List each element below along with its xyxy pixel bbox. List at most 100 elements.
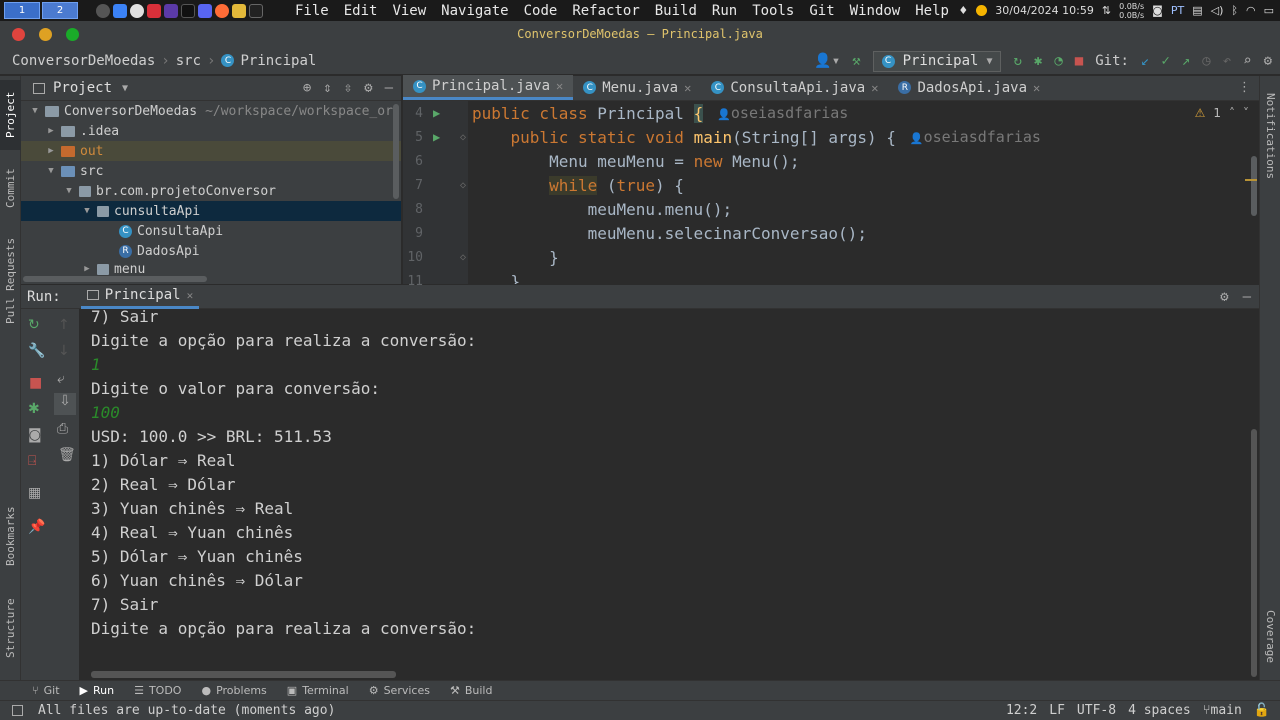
user-icon[interactable]: 👤▾ xyxy=(814,53,840,69)
bottom-tab-git[interactable]: ⑂ Git xyxy=(32,684,60,697)
chevron-down-icon[interactable]: ▼ xyxy=(45,166,57,176)
debug-icon[interactable]: ✱ xyxy=(28,401,40,417)
tab-project[interactable]: Project xyxy=(0,80,21,150)
tree-item-consultaapi[interactable]: C ConsultaApi xyxy=(21,221,401,241)
search-icon[interactable]: ⌕ xyxy=(1243,53,1251,69)
breadcrumb-src[interactable]: src xyxy=(176,53,201,69)
console-vscrollbar[interactable] xyxy=(1251,429,1257,677)
tab-coverage[interactable]: Coverage xyxy=(1260,601,1280,671)
menu-navigate[interactable]: Navigate xyxy=(441,3,508,19)
caret-position[interactable]: 12:2 xyxy=(1006,703,1037,718)
scroll-to-end-icon[interactable]: ⇩ xyxy=(54,393,76,415)
run-gutter-icon[interactable]: ▶ xyxy=(433,130,440,144)
breadcrumb-class[interactable]: Principal xyxy=(240,53,316,69)
editor-vscrollbar[interactable] xyxy=(1251,156,1257,216)
volume-icon[interactable]: ◁) xyxy=(1211,4,1224,17)
run-tab-principal[interactable]: Principal ✕ xyxy=(80,285,200,309)
chevron-down-icon[interactable]: ▼ xyxy=(81,206,93,216)
layout-icon[interactable]: ▦ xyxy=(28,485,41,501)
workspace-2-button[interactable]: 2 xyxy=(42,2,78,19)
menu-help[interactable]: Help xyxy=(915,3,949,19)
postman-app-icon[interactable] xyxy=(215,3,229,18)
locate-icon[interactable]: ⊕ xyxy=(303,80,311,96)
close-icon[interactable]: ✕ xyxy=(871,81,878,95)
settings-gear-icon[interactable]: ⚙ xyxy=(1264,53,1272,69)
wrench-icon[interactable]: 🔧 xyxy=(28,343,45,359)
expand-all-icon[interactable]: ⇕ xyxy=(323,80,331,96)
menu-edit[interactable]: Edit xyxy=(344,3,378,19)
stop-icon[interactable]: ■ xyxy=(29,375,42,391)
camera-icon[interactable]: ◙ xyxy=(28,427,42,443)
chevron-right-icon[interactable]: ▶ xyxy=(45,126,57,136)
wifi-icon[interactable]: ◠ xyxy=(1246,4,1256,17)
profile-icon[interactable]: ◔ xyxy=(1054,53,1062,69)
minimize-panel-icon[interactable]: — xyxy=(1243,289,1251,305)
tab-bookmarks[interactable]: Bookmarks xyxy=(0,496,21,576)
battery-icon[interactable]: ▭ xyxy=(1264,4,1274,17)
bottom-tab-todo[interactable]: ☰ TODO xyxy=(134,684,181,697)
build-hammer-icon[interactable]: ⚒ xyxy=(852,53,860,69)
store-app-icon[interactable] xyxy=(113,3,127,18)
git-update-icon[interactable]: ↙ xyxy=(1141,53,1149,69)
settings-gear-icon[interactable]: ⚙ xyxy=(364,80,372,96)
code-area[interactable]: public class Principal {👤oseiasdfarias p… xyxy=(468,101,1249,284)
files-app-icon[interactable] xyxy=(232,3,246,18)
chevron-right-icon[interactable]: ▶ xyxy=(81,264,93,274)
pin-icon[interactable]: 📌 xyxy=(28,519,45,535)
menu-refactor[interactable]: Refactor xyxy=(572,3,639,19)
chevron-down-icon[interactable]: ▼ xyxy=(122,83,128,94)
chevron-down-icon[interactable]: ▼ xyxy=(29,106,41,116)
rollback-icon[interactable]: ↶ xyxy=(1223,53,1231,69)
git-push-icon[interactable]: ↗ xyxy=(1182,53,1190,69)
toggle-tool-windows-icon[interactable] xyxy=(12,705,23,716)
close-icon[interactable]: ✕ xyxy=(684,81,691,95)
menu-window[interactable]: Window xyxy=(850,3,901,19)
run-gutter-icon[interactable]: ▶ xyxy=(433,106,440,120)
tree-item-src[interactable]: ▼ src xyxy=(21,161,401,181)
console-output[interactable]: 7) Sair Digite a opção para realiza a con… xyxy=(79,309,1259,680)
menu-build[interactable]: Build xyxy=(655,3,697,19)
tab-notifications[interactable]: Notifications xyxy=(1260,86,1280,186)
close-icon[interactable]: ✕ xyxy=(187,289,194,302)
tab-structure[interactable]: Structure xyxy=(0,586,21,671)
workspace-1-button[interactable]: 1 xyxy=(4,2,40,19)
file-encoding[interactable]: UTF-8 xyxy=(1077,703,1116,718)
bottom-tab-problems[interactable]: ● Problems xyxy=(201,684,266,697)
run-config-dropdown[interactable]: C Principal ▼ xyxy=(872,50,1002,72)
drop-icon[interactable]: ♦ xyxy=(958,4,968,17)
chevron-up-icon[interactable]: ˄ xyxy=(1229,106,1235,120)
bottom-tab-run[interactable]: ▶ Run xyxy=(80,684,115,697)
settings-gear-icon[interactable]: ⚙ xyxy=(1220,289,1228,305)
inspection-widget[interactable]: ⚠ 1 ˄ ˅ xyxy=(1195,106,1249,120)
project-vscrollbar[interactable] xyxy=(393,104,399,199)
tree-item-cunsultaapi[interactable]: ▼ cunsultaApi xyxy=(21,201,401,221)
collapse-all-icon[interactable]: ⇳ xyxy=(344,80,352,96)
tab-consultaapi-java[interactable]: C ConsultaApi.java ✕ xyxy=(701,75,888,100)
tree-item-root[interactable]: ▼ ConversorDeMoedas ~/workspace/workspac… xyxy=(21,101,401,121)
chevron-down-icon[interactable]: ▼ xyxy=(63,186,75,196)
minimize-panel-icon[interactable]: — xyxy=(385,80,393,96)
console-hscrollbar[interactable] xyxy=(91,671,396,678)
menu-tools[interactable]: Tools xyxy=(752,3,794,19)
datetime[interactable]: 30/04/2024 10:59 xyxy=(995,4,1094,17)
lock-icon[interactable]: 🔓 xyxy=(1254,703,1270,718)
keyboard-layout[interactable]: PT xyxy=(1171,4,1184,17)
breadcrumb-project[interactable]: ConversorDeMoedas xyxy=(12,53,155,69)
close-icon[interactable]: ✕ xyxy=(1033,81,1040,95)
chrome-app-icon[interactable] xyxy=(130,3,144,18)
bluetooth-icon[interactable]: ᛒ xyxy=(1231,4,1238,17)
rerun-icon[interactable]: ↻ xyxy=(28,317,40,333)
project-header-label[interactable]: Project xyxy=(53,80,112,96)
bottom-tab-build[interactable]: ⚒ Build xyxy=(450,684,493,697)
bottom-tab-services[interactable]: ⚙ Services xyxy=(369,684,430,697)
print-icon[interactable]: ⎙ xyxy=(57,421,68,437)
line-separator[interactable]: LF xyxy=(1049,703,1065,718)
menu-git[interactable]: Git xyxy=(809,3,834,19)
vscode-app-icon[interactable] xyxy=(164,3,178,18)
project-hscrollbar[interactable] xyxy=(23,276,207,282)
clipboard-icon[interactable]: ▤ xyxy=(1192,4,1202,17)
fold-marker-icon[interactable]: ◇ xyxy=(460,180,466,191)
vivaldi-app-icon[interactable] xyxy=(147,3,161,18)
tab-principal-java[interactable]: C Principal.java ✕ xyxy=(403,75,574,100)
rerun-icon[interactable]: ↻ xyxy=(1013,53,1021,69)
